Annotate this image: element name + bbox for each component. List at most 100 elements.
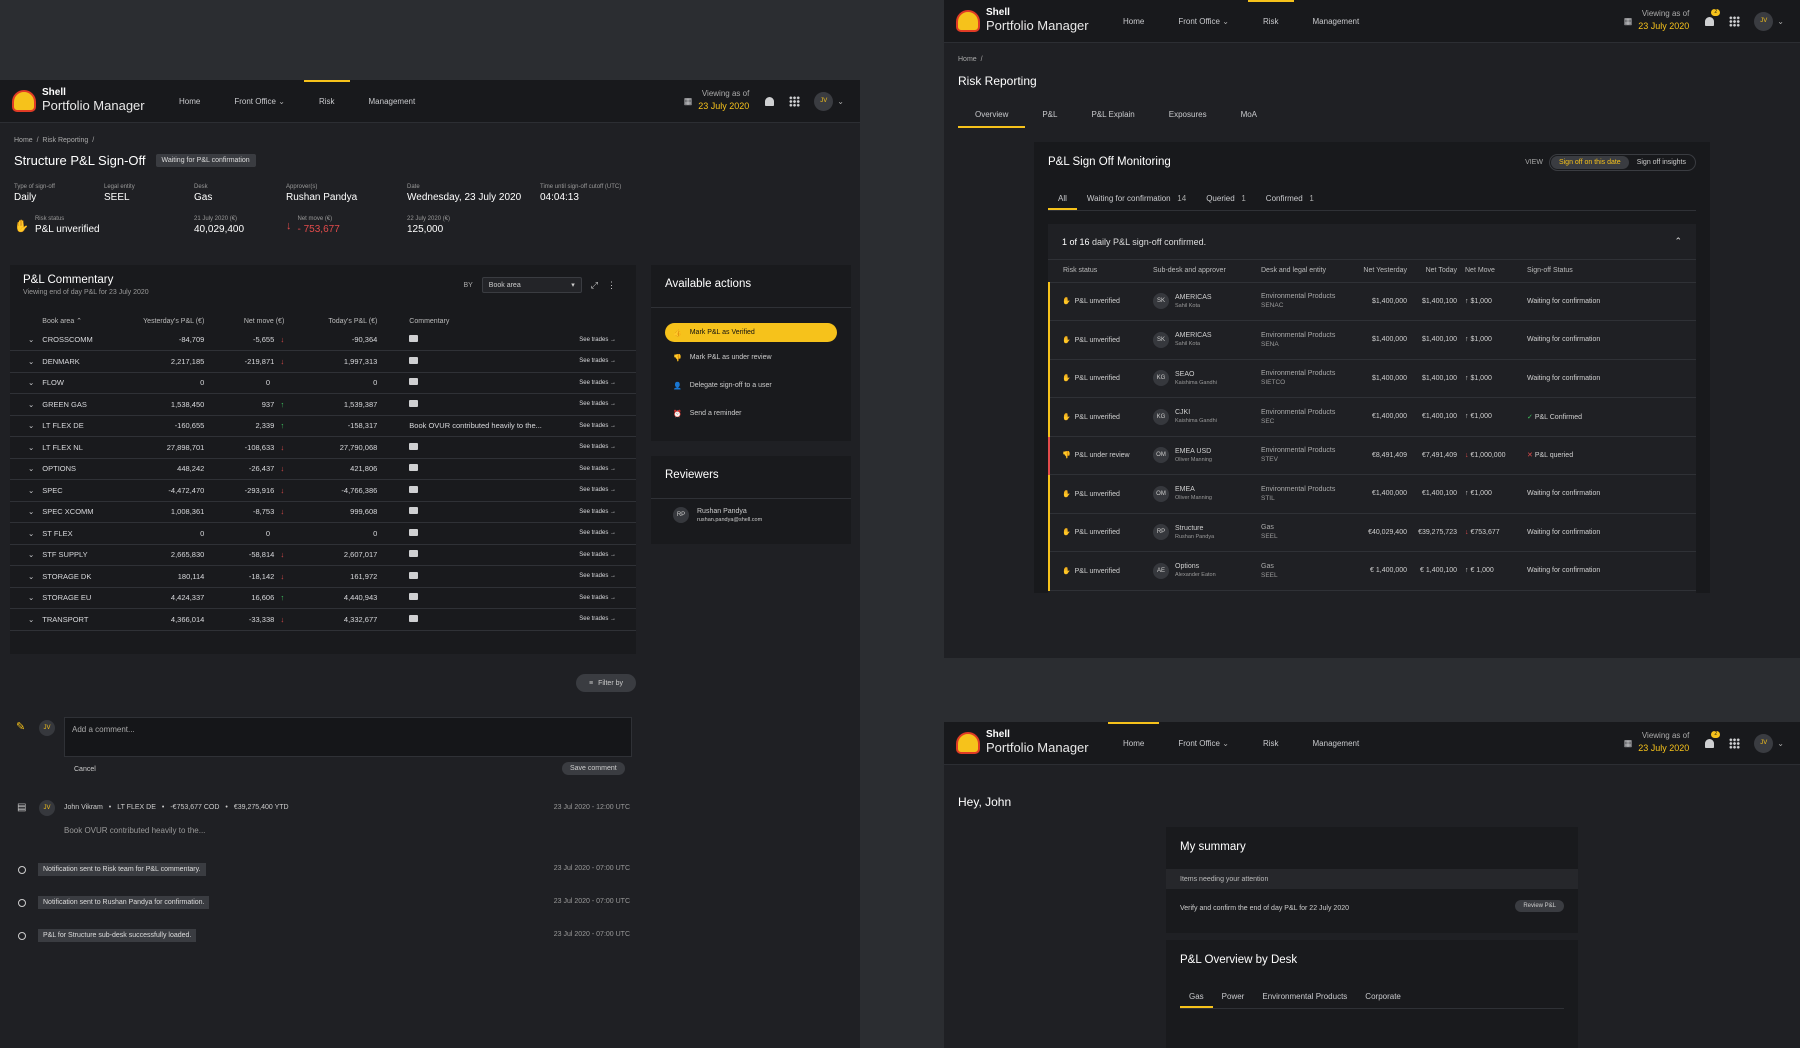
nav-home[interactable]: Home <box>1106 0 1161 42</box>
apps-grid-icon[interactable] <box>1729 737 1741 749</box>
apps-grid-icon[interactable] <box>789 95 801 107</box>
nav-management[interactable]: Management <box>1296 722 1377 764</box>
signoff-summary[interactable]: 1 of 16 daily P&L sign-off confirmed. ⌃ <box>1048 224 1696 260</box>
table-row[interactable]: ⌄ SPEC XCOMM 1,008,361 -8,753 ↓ 999,608 … <box>10 501 636 523</box>
chevron-down-icon[interactable]: ⌄ <box>28 593 34 602</box>
table-row[interactable]: ✋ P&L unverified SK AMERICAS Sahil Kota En… <box>1048 320 1696 360</box>
see-trades-link[interactable]: See trades → <box>566 522 636 545</box>
nav-front-office[interactable]: Front Office ⌄ <box>217 80 302 122</box>
filter-queried[interactable]: Queried 1 <box>1196 187 1256 210</box>
table-row[interactable]: ✋ P&L unverified OM EMEA Oliver Manning En… <box>1048 474 1696 514</box>
comment-icon[interactable] <box>409 442 419 450</box>
chevron-down-icon[interactable]: ⌄ <box>28 357 34 366</box>
save-comment-button[interactable]: Save comment <box>562 762 625 775</box>
bell-icon[interactable]: 2 <box>1703 731 1721 749</box>
chevron-down-icon[interactable]: ⌄ <box>28 572 34 581</box>
table-row[interactable]: ⌄ OPTIONS 448,242 -26,437 ↓ 421,806 See … <box>10 458 636 480</box>
chevron-down-icon[interactable]: ⌄ <box>28 615 34 624</box>
comment-icon[interactable] <box>409 528 419 536</box>
view-sign-off-date[interactable]: Sign off on this date <box>1550 156 1629 169</box>
cancel-button[interactable]: Cancel <box>74 766 96 773</box>
see-trades-link[interactable]: See trades → <box>566 458 636 480</box>
comment-icon[interactable] <box>409 550 419 558</box>
chevron-up-icon[interactable]: ⌃ <box>1674 236 1682 247</box>
chevron-down-icon[interactable]: ⌄ <box>837 97 844 106</box>
review-pnl-button[interactable]: Review P&L <box>1515 900 1564 912</box>
delegate-button[interactable]: 👤 Delegate sign-off to a user <box>673 382 772 390</box>
nav-risk[interactable]: Risk <box>1246 722 1296 764</box>
see-trades-link[interactable]: See trades → <box>566 393 636 416</box>
comment-icon[interactable] <box>409 485 419 493</box>
see-trades-link[interactable]: See trades → <box>566 436 636 459</box>
table-row[interactable]: 👎 P&L under review OM EMEA USD Oliver Mann… <box>1048 436 1696 475</box>
view-sign-off-insights[interactable]: Sign off insights <box>1629 156 1694 169</box>
table-row[interactable]: ⌄ DENMARK 2,217,185 -219,871 ↓ 1,997,313… <box>10 350 636 373</box>
logo[interactable]: Shell Portfolio Manager <box>12 88 162 113</box>
table-row[interactable]: ⌄ LT FLEX NL 27,898,701 -108,633 ↓ 27,79… <box>10 436 636 459</box>
viewing-date[interactable]: 23 July 2020 <box>698 100 749 114</box>
breadcrumb-home[interactable]: Home <box>14 137 33 144</box>
filter-confirmed[interactable]: Confirmed 1 <box>1256 187 1324 210</box>
filter-waiting[interactable]: Waiting for confirmation 14 <box>1077 187 1196 210</box>
see-trades-link[interactable]: See trades → <box>566 565 636 588</box>
table-row[interactable]: ⌄ CROSSCOMM -84,709 -5,655 ↓ -90,364 See… <box>10 329 636 351</box>
nav-risk[interactable]: Risk <box>1246 0 1296 42</box>
see-trades-link[interactable]: See trades → <box>566 501 636 523</box>
desk-tab-corporate[interactable]: Corporate <box>1356 985 1410 1008</box>
comment-icon[interactable] <box>409 571 419 579</box>
table-row[interactable]: ⌄ LT FLEX DE -160,655 2,339 ↑ -158,317 B… <box>10 415 636 437</box>
tab-exposures[interactable]: Exposures <box>1152 102 1224 128</box>
see-trades-link[interactable]: See trades → <box>566 329 636 351</box>
chevron-down-icon[interactable]: ⌄ <box>28 443 34 452</box>
see-trades-link[interactable]: See trades → <box>566 372 636 394</box>
logo[interactable]: Shell Portfolio Manager <box>956 8 1106 33</box>
comment-icon[interactable] <box>409 378 419 386</box>
see-trades-link[interactable]: See trades → <box>566 479 636 502</box>
table-row[interactable]: ⌄ SPEC -4,472,470 -293,916 ↓ -4,766,386 … <box>10 479 636 502</box>
nav-front-office[interactable]: Front Office ⌄ <box>1161 722 1246 764</box>
chevron-down-icon[interactable]: ⌄ <box>28 486 34 495</box>
chevron-down-icon[interactable]: ⌄ <box>28 400 34 409</box>
chevron-down-icon[interactable]: ⌄ <box>1777 17 1784 26</box>
table-row[interactable]: ✋ P&L unverified SK AMERICAS Sahil Kota En… <box>1048 282 1696 321</box>
chevron-down-icon[interactable]: ⌄ <box>28 550 34 559</box>
more-vert-icon[interactable]: ⋮ <box>607 280 616 291</box>
col-net-move[interactable]: Net move (€) <box>208 313 288 329</box>
table-row[interactable]: ⌄ ST FLEX 0 0 0 See trades → <box>10 522 636 545</box>
avatar[interactable]: JV <box>1754 11 1774 31</box>
comment-icon[interactable] <box>409 356 419 364</box>
filter-button[interactable]: ≡ Filter by <box>576 674 636 692</box>
see-trades-link[interactable]: See trades → <box>566 608 636 631</box>
see-trades-link[interactable]: See trades → <box>566 415 636 437</box>
viewing-date[interactable]: 23 July 2020 <box>1638 20 1689 34</box>
breadcrumb-risk-reporting[interactable]: Risk Reporting <box>42 137 88 144</box>
nav-home[interactable]: Home <box>1106 722 1161 764</box>
chevron-down-icon[interactable]: ⌄ <box>28 378 34 387</box>
desk-tab-gas[interactable]: Gas <box>1180 985 1213 1008</box>
tab-pnl[interactable]: P&L <box>1025 102 1074 128</box>
table-row[interactable]: ⌄ STORAGE EU 4,424,337 16,606 ↑ 4,440,94… <box>10 587 636 609</box>
nav-management[interactable]: Management <box>1296 0 1377 42</box>
table-row[interactable]: ⌄ GREEN GAS 1,538,450 937 ↑ 1,539,387 Se… <box>10 393 636 416</box>
col-today[interactable]: Today's P&L (€) <box>288 313 381 329</box>
bell-icon[interactable]: 2 <box>1703 9 1721 27</box>
mark-under-review-button[interactable]: 👎 Mark P&L as under review <box>673 354 772 362</box>
desk-tab-environmental[interactable]: Environmental Products <box>1253 985 1356 1008</box>
reviewer-email[interactable]: rushan.pandya@shell.com <box>697 517 762 523</box>
avatar[interactable]: JV <box>814 91 834 111</box>
send-reminder-button[interactable]: ⏰ Send a reminder <box>673 410 741 418</box>
sort-up-icon[interactable]: ⌃ <box>76 318 82 325</box>
chevron-down-icon[interactable]: ⌄ <box>1777 739 1784 748</box>
table-row[interactable]: ⌄ STORAGE DK 180,114 -18,142 ↓ 161,972 S… <box>10 565 636 588</box>
see-trades-link[interactable]: See trades → <box>566 544 636 566</box>
comment-input[interactable]: Add a comment... <box>64 717 632 757</box>
expand-icon[interactable]: ⤢ <box>591 280 598 291</box>
comment-icon[interactable] <box>409 335 419 342</box>
col-yesterday[interactable]: Yesterday's P&L (€) <box>128 313 208 329</box>
viewing-date[interactable]: 23 July 2020 <box>1638 742 1689 756</box>
filter-all[interactable]: All <box>1048 187 1077 210</box>
tab-pnl-explain[interactable]: P&L Explain <box>1074 102 1151 128</box>
nav-home[interactable]: Home <box>162 80 217 122</box>
desk-tab-power[interactable]: Power <box>1213 985 1254 1008</box>
tab-overview[interactable]: Overview <box>958 102 1026 128</box>
